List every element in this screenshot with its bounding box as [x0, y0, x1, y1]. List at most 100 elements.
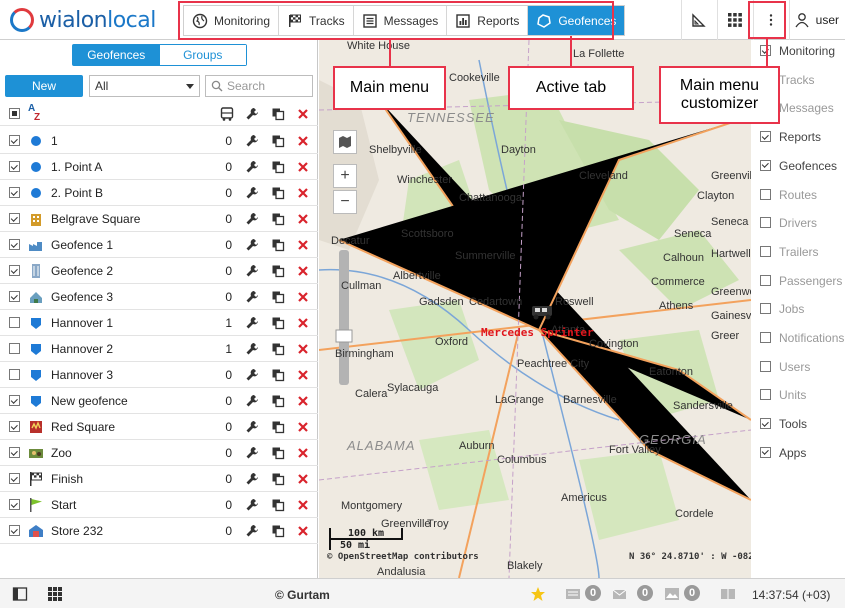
duplicate-icon[interactable] — [271, 186, 285, 200]
customizer-checkbox[interactable] — [760, 274, 771, 286]
customizer-item[interactable]: Units — [752, 381, 845, 409]
duplicate-icon[interactable] — [271, 446, 285, 460]
edit-wrench-icon[interactable] — [245, 368, 259, 382]
delete-icon[interactable] — [296, 498, 310, 512]
delete-icon[interactable] — [296, 316, 310, 330]
user-menu[interactable]: user — [788, 0, 845, 40]
delete-icon[interactable] — [296, 134, 310, 148]
geofence-visibility-checkbox[interactable] — [9, 369, 20, 380]
delete-icon[interactable] — [296, 368, 310, 382]
customizer-item[interactable]: Users — [752, 353, 845, 381]
customizer-checkbox[interactable] — [760, 446, 771, 458]
geofence-visibility-checkbox[interactable] — [9, 265, 20, 276]
map-layers-button[interactable] — [333, 130, 357, 154]
edit-wrench-icon[interactable] — [245, 342, 259, 356]
delete-icon[interactable] — [296, 212, 310, 226]
toggle-panel-icon[interactable] — [12, 586, 28, 602]
menu-customizer-button[interactable] — [752, 0, 789, 40]
duplicate-icon[interactable] — [271, 134, 285, 148]
customizer-item[interactable]: Notifications — [752, 324, 845, 352]
geofence-row[interactable]: Hannover 1 1 — [0, 310, 318, 336]
delete-icon[interactable] — [296, 420, 310, 434]
edit-wrench-icon[interactable] — [245, 316, 259, 330]
favorite-star-icon[interactable] — [530, 586, 546, 602]
customizer-checkbox[interactable] — [760, 418, 771, 430]
zoom-in-button[interactable]: + — [333, 164, 357, 188]
customizer-checkbox[interactable] — [760, 303, 771, 315]
delete-icon[interactable] — [296, 472, 310, 486]
delete-icon[interactable] — [296, 238, 310, 252]
geofence-row[interactable]: Geofence 1 0 — [0, 232, 318, 258]
geofence-visibility-checkbox[interactable] — [9, 317, 20, 328]
edit-wrench-icon[interactable] — [245, 446, 259, 460]
duplicate-icon[interactable] — [271, 342, 285, 356]
geofence-row[interactable]: Belgrave Square 0 — [0, 206, 318, 232]
geofence-visibility-checkbox[interactable] — [9, 239, 20, 250]
customizer-item[interactable]: Routes — [752, 181, 845, 209]
customizer-item[interactable]: Trailers — [752, 238, 845, 266]
customizer-checkbox[interactable] — [760, 159, 771, 171]
edit-wrench-icon[interactable] — [245, 212, 259, 226]
edit-wrench-icon[interactable] — [245, 420, 259, 434]
geofence-visibility-checkbox[interactable] — [9, 161, 20, 172]
duplicate-icon[interactable] — [271, 238, 285, 252]
geofence-row[interactable]: New geofence 0 — [0, 388, 318, 414]
geofence-visibility-checkbox[interactable] — [9, 499, 20, 510]
duplicate-icon[interactable] — [271, 264, 285, 278]
notes-icon[interactable] — [720, 586, 736, 602]
geofence-row[interactable]: Geofence 3 0 — [0, 284, 318, 310]
customizer-checkbox[interactable] — [760, 360, 771, 372]
customizer-item[interactable]: Tools — [752, 410, 845, 438]
segment-groups[interactable]: Groups — [159, 45, 246, 65]
edit-wrench-icon[interactable] — [245, 134, 259, 148]
duplicate-icon[interactable] — [271, 160, 285, 174]
sort-az-icon[interactable]: AZ — [28, 104, 46, 124]
edit-wrench-icon[interactable] — [245, 238, 259, 252]
geofence-visibility-checkbox[interactable] — [9, 473, 20, 484]
delete-icon[interactable] — [296, 446, 310, 460]
tab-tracks[interactable]: Tracks — [279, 6, 354, 35]
edit-wrench-icon[interactable] — [245, 524, 259, 538]
geofence-row[interactable]: 1. Point A 0 — [0, 154, 318, 180]
search-input[interactable]: Search — [205, 75, 313, 97]
duplicate-icon[interactable] — [271, 368, 285, 382]
image-gallery-icon[interactable] — [664, 586, 680, 602]
delete-icon[interactable] — [296, 394, 310, 408]
duplicate-icon[interactable] — [271, 212, 285, 226]
edit-wrench-icon[interactable] — [245, 186, 259, 200]
duplicate-icon[interactable] — [271, 472, 285, 486]
edit-wrench-icon[interactable] — [245, 498, 259, 512]
duplicate-icon[interactable] — [271, 394, 285, 408]
measure-tool-button[interactable] — [680, 0, 717, 40]
geofence-row[interactable]: Finish 0 — [0, 466, 318, 492]
tab-messages[interactable]: Messages — [353, 6, 448, 35]
geofence-row[interactable]: Store 232 0 — [0, 518, 318, 544]
edit-wrench-icon[interactable] — [245, 290, 259, 304]
edit-wrench-icon[interactable] — [245, 264, 259, 278]
select-all-checkbox[interactable] — [9, 108, 20, 119]
delete-icon[interactable] — [296, 342, 310, 356]
geofence-row[interactable]: Red Square 0 — [0, 414, 318, 440]
edit-wrench-icon[interactable] — [245, 394, 259, 408]
geofence-row[interactable]: Hannover 3 0 — [0, 362, 318, 388]
delete-icon[interactable] — [296, 290, 310, 304]
new-geofence-button[interactable]: New — [5, 75, 83, 97]
geofence-visibility-checkbox[interactable] — [9, 135, 20, 146]
duplicate-icon[interactable] — [271, 290, 285, 304]
segment-geofences[interactable]: Geofences — [73, 45, 160, 65]
apps-grid-button[interactable] — [716, 0, 753, 40]
delete-icon[interactable] — [296, 160, 310, 174]
unit-vehicle-icon[interactable] — [529, 302, 555, 322]
customizer-checkbox[interactable] — [760, 332, 771, 343]
geofence-visibility-checkbox[interactable] — [9, 447, 20, 458]
customizer-item[interactable]: Apps — [752, 439, 845, 467]
message-envelope-icon[interactable] — [612, 586, 628, 602]
delete-icon[interactable] — [296, 264, 310, 278]
geofence-visibility-checkbox[interactable] — [9, 213, 20, 224]
customizer-item[interactable]: Reports — [752, 123, 845, 151]
duplicate-icon[interactable] — [271, 524, 285, 538]
geofence-visibility-checkbox[interactable] — [9, 525, 20, 536]
customizer-checkbox[interactable] — [760, 389, 771, 401]
tab-geofences[interactable]: Geofences — [528, 6, 625, 35]
customizer-checkbox[interactable] — [760, 131, 771, 143]
